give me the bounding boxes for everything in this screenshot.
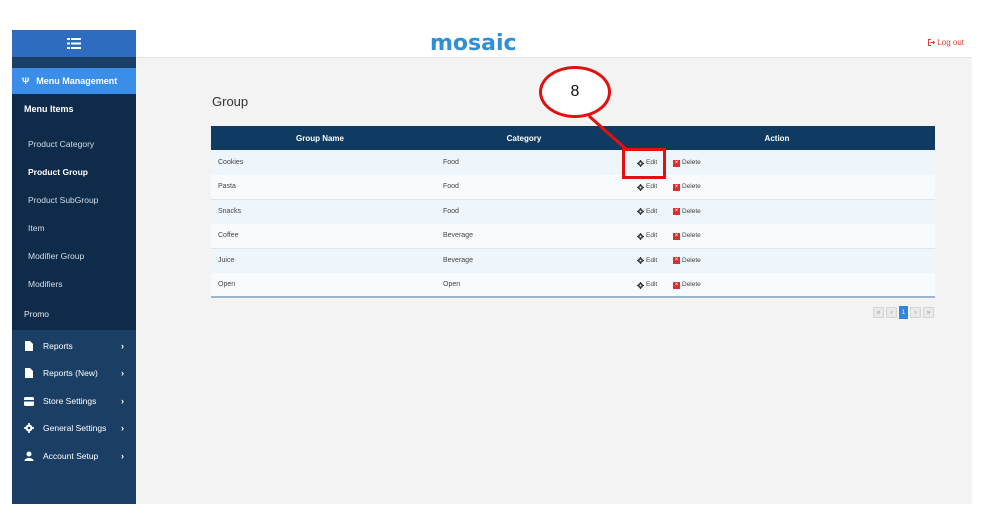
highlight-box <box>622 148 666 179</box>
step-callout: 8 <box>539 66 611 118</box>
callout-pointer <box>587 114 629 152</box>
